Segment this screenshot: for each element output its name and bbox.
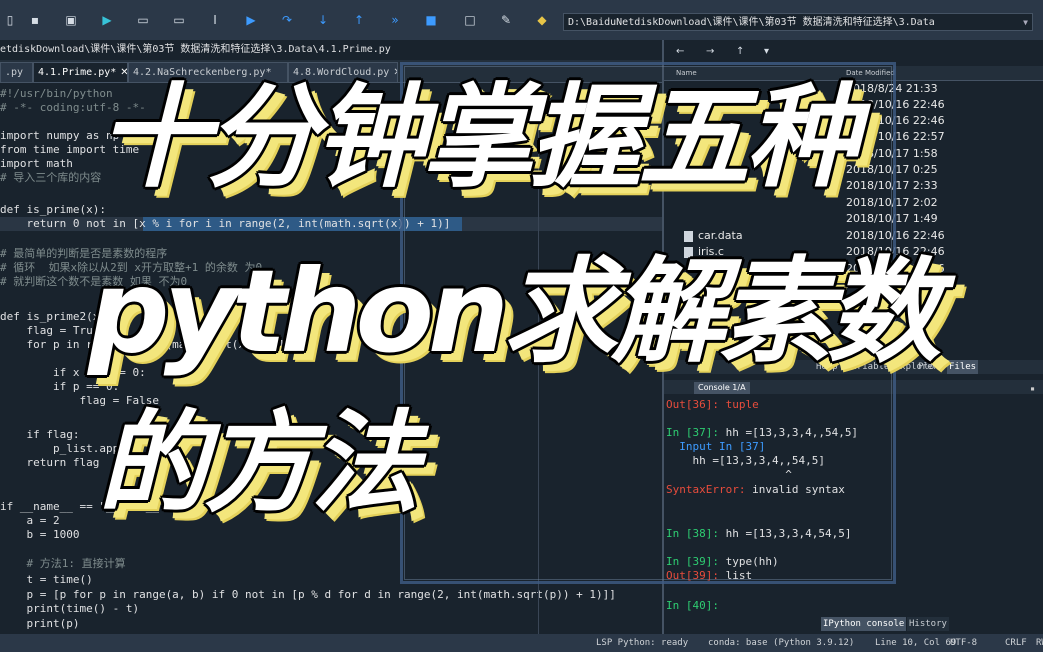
code-line: p = [p for p in range(a, b) if 0 not in …: [0, 588, 616, 601]
run-cell-advance-icon[interactable]: ▭: [171, 12, 187, 28]
encoding-status: UTF-8: [950, 638, 978, 648]
continue-icon[interactable]: »: [387, 12, 403, 28]
preferences-icon[interactable]: ✎: [498, 12, 514, 28]
tab-ipython-console[interactable]: IPython console: [821, 617, 907, 631]
run-icon[interactable]: ▶: [99, 12, 115, 28]
code-line: # 导入三个库的内容: [0, 171, 102, 184]
tab-file-1[interactable]: .py: [0, 62, 33, 82]
code-line: # 方法1: 直接计算: [0, 557, 126, 570]
working-directory-input[interactable]: D:\BaiduNetdiskDownload\课件\课件\第03节 数据清洗和…: [563, 13, 1033, 31]
code-line: print(time() - t): [0, 602, 140, 615]
run-cell-icon[interactable]: ▭: [135, 12, 151, 28]
step-into-icon[interactable]: ↓: [315, 12, 331, 28]
code-line: t = time(): [0, 573, 93, 586]
overlay-title-line-1: 十分钟掌握五种: [98, 73, 858, 203]
permission-status: RW: [1036, 638, 1043, 648]
console-options-icon[interactable]: ▪: [1030, 384, 1035, 393]
console-prompt[interactable]: In [40]:: [666, 599, 719, 613]
code-line: def is_prime(x):: [0, 203, 106, 216]
overlay-title-line-3: 的方法: [98, 399, 420, 527]
tab-history[interactable]: History: [907, 617, 949, 631]
debug-icon[interactable]: ▶: [243, 12, 259, 28]
code-line: return 0 not in [x % i for i in range(2,…: [0, 217, 451, 230]
code-line: if flag:: [0, 428, 80, 441]
save-all-icon[interactable]: ▣: [63, 12, 79, 28]
code-line: #!/usr/bin/python: [0, 87, 113, 100]
stop-icon[interactable]: ■: [423, 12, 439, 28]
forward-icon[interactable]: →: [706, 46, 714, 57]
eol-status: CRLF: [1005, 638, 1027, 648]
step-icon[interactable]: ↷: [279, 12, 295, 28]
parent-icon[interactable]: ↑: [736, 46, 744, 57]
status-bar: LSP Python: ready conda: base (Python 3.…: [0, 634, 1043, 652]
run-selection-icon[interactable]: I: [207, 12, 223, 28]
step-out-icon[interactable]: ↑: [351, 12, 367, 28]
code-line: return flag: [0, 456, 100, 469]
working-directory-value: D:\BaiduNetdiskDownload\课件\课件\第03节 数据清洗和…: [568, 17, 935, 28]
save-icon[interactable]: ▪: [27, 12, 43, 28]
tab-files[interactable]: Files: [947, 360, 979, 374]
overlay-title-line-2: python求解素数: [88, 245, 941, 378]
code-line: a = 2: [0, 514, 60, 527]
main-toolbar: ▯ ▪ ▣ ▶ ▭ ▭ I ▶ ↷ ↓ ↑ » ■ □ ✎ ◆ D:\Baidu…: [0, 0, 1043, 41]
tab-label: .py: [5, 67, 24, 78]
cursor-position: Line 10, Col 69: [875, 638, 957, 648]
code-line: flag = True: [0, 324, 100, 337]
chevron-down-icon[interactable]: ▼: [1023, 14, 1028, 30]
new-file-icon[interactable]: ▯: [2, 12, 18, 28]
lsp-status: LSP Python: ready: [596, 638, 689, 648]
options-icon[interactable]: ▾: [764, 46, 769, 57]
code-line: b = 1000: [0, 528, 80, 541]
conda-status: conda: base (Python 3.9.12): [708, 638, 855, 648]
editor-file-path: etdiskDownload\课件\课件\第03节 数据清洗和特征选择\3.Da…: [0, 40, 662, 60]
code-line: print(p): [0, 617, 80, 630]
console-bottom-tabs: IPython console History: [664, 617, 1043, 631]
python-path-icon[interactable]: ◆: [534, 12, 550, 28]
code-line: import math: [0, 157, 73, 170]
back-icon[interactable]: ←: [676, 46, 684, 57]
maximize-pane-icon[interactable]: □: [462, 12, 478, 28]
